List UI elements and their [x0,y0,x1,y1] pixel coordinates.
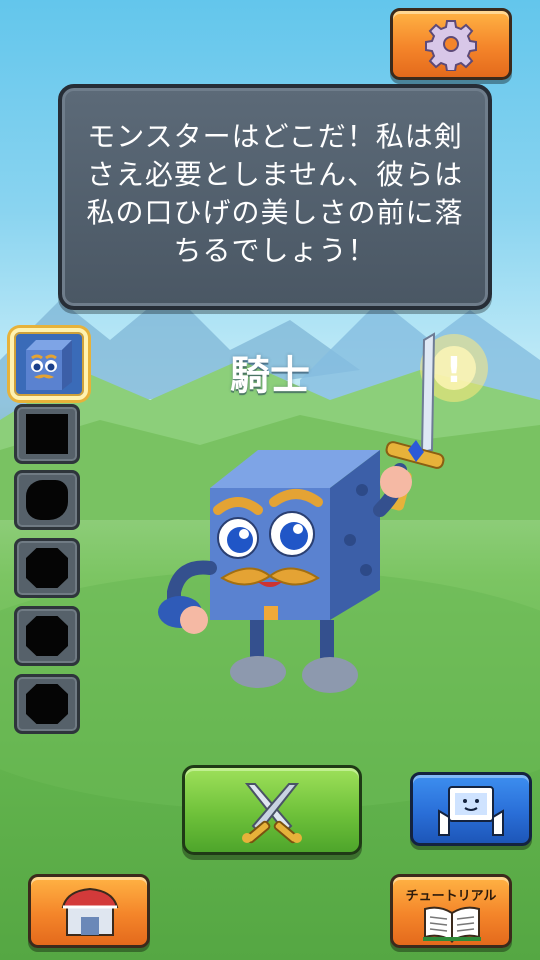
shop-icon [61,887,119,936]
gear-icon [425,20,477,71]
battle-button[interactable] [182,765,362,855]
knight-character[interactable]: ! [140,320,500,720]
roster-slot-locked[interactable] [14,538,80,598]
shop-button[interactable] [28,874,150,948]
roster-slot-locked[interactable] [14,404,80,464]
tutorial-label: チュートリアル [405,889,497,904]
locked-silhouette-icon [26,414,68,454]
tutorial-button[interactable]: チュートリアル [390,874,512,948]
alert-mark: ! [446,350,462,391]
settings-button[interactable] [390,8,512,80]
ar-mode-button[interactable] [410,772,532,846]
crossed-swords-icon [242,783,302,844]
hands-tablet-icon [438,786,504,836]
dialogue-text: モンスターはどこだ！私は剣さえ必要としません、彼らは私の口ひげの美しさの前に落ち… [86,120,464,267]
book-icon [423,906,481,943]
roster-slot-locked[interactable] [14,674,80,734]
locked-silhouette-icon [26,616,68,656]
roster-slot-knight[interactable] [10,328,88,400]
locked-silhouette-icon [26,548,68,588]
knight-avatar-icon [26,340,72,390]
roster-slot-locked[interactable] [14,606,80,666]
locked-silhouette-icon [26,684,68,724]
roster-slot-locked[interactable] [14,470,80,530]
dialogue-bubble: モンスターはどこだ！私は剣さえ必要としません、彼らは私の口ひげの美しさの前に落ち… [58,84,492,310]
game-scene: モンスターはどこだ！私は剣さえ必要としません、彼らは私の口ひげの美しさの前に落ち… [0,0,540,960]
locked-silhouette-icon [26,480,68,520]
